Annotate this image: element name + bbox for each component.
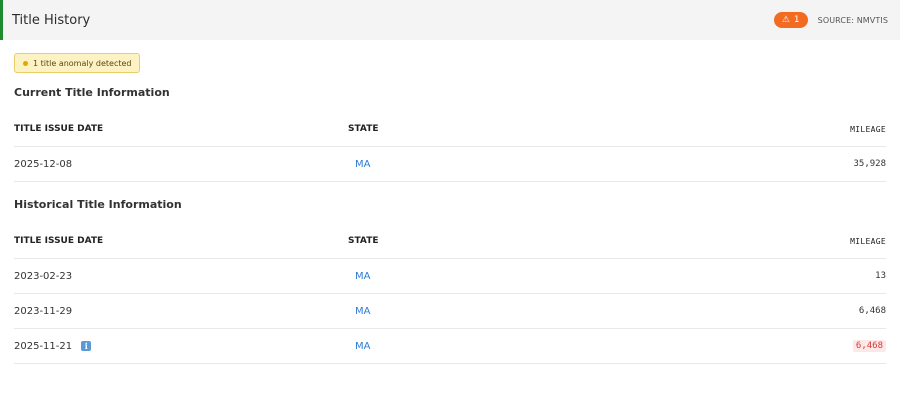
info-icon[interactable]: i xyxy=(81,340,92,351)
current-title-table: TITLE ISSUE DATE STATE MILEAGE 2025-12-0… xyxy=(14,112,886,182)
table-row: 2023-02-23 MA 13 xyxy=(14,259,886,294)
column-header-mileage: MILEAGE xyxy=(850,124,886,134)
anomaly-badge: 1 title anomaly detected xyxy=(14,53,141,73)
title-issue-date: 2025-12-08 xyxy=(14,158,73,170)
warning-icon: ⚠ xyxy=(781,14,790,25)
state-link[interactable]: MA xyxy=(348,306,370,317)
title-issue-date: 2023-02-23 xyxy=(14,270,73,282)
mileage-cell: 6,468 xyxy=(852,340,886,352)
mileage-value: 35,928 xyxy=(853,159,886,169)
column-header-state: STATE xyxy=(348,124,379,134)
table-row: 2025-11-21 i MA 6,468 xyxy=(14,329,886,364)
historical-title-heading: Historical Title Information xyxy=(14,198,182,211)
column-header-date: TITLE ISSUE DATE xyxy=(14,236,104,246)
alert-badge[interactable]: ⚠ 1 xyxy=(773,12,808,28)
page-title: Title History xyxy=(12,12,91,28)
header-meta: ⚠ 1 SOURCE: NMVTIS xyxy=(773,12,888,28)
section-header: Title History ⚠ 1 SOURCE: NMVTIS xyxy=(0,0,900,40)
mileage-value: 13 xyxy=(875,271,886,281)
title-issue-date: 2025-11-21 xyxy=(14,340,73,352)
anomaly-text: 1 title anomaly detected xyxy=(33,58,132,68)
state-link[interactable]: MA xyxy=(348,159,370,170)
source-label: SOURCE: NMVTIS xyxy=(817,15,888,25)
flagged-mileage-value: 6,468 xyxy=(852,340,886,352)
current-title-heading: Current Title Information xyxy=(14,86,170,99)
table-header-row: TITLE ISSUE DATE STATE MILEAGE xyxy=(14,224,886,259)
historical-title-table: TITLE ISSUE DATE STATE MILEAGE 2023-02-2… xyxy=(14,224,886,364)
column-header-date: TITLE ISSUE DATE xyxy=(14,124,104,134)
column-header-mileage: MILEAGE xyxy=(850,236,886,246)
table-row: 2025-12-08 MA 35,928 xyxy=(14,147,886,182)
state-link[interactable]: MA xyxy=(348,271,370,282)
column-header-state: STATE xyxy=(348,236,379,246)
table-row: 2023-11-29 MA 6,468 xyxy=(14,294,886,329)
table-header-row: TITLE ISSUE DATE STATE MILEAGE xyxy=(14,112,886,147)
alert-count: 1 xyxy=(793,15,800,25)
anomaly-dot-icon xyxy=(23,60,28,66)
title-issue-date: 2023-11-29 xyxy=(14,305,73,317)
title-issue-date-cell: 2025-11-21 i xyxy=(14,340,92,352)
state-link[interactable]: MA xyxy=(348,341,370,352)
mileage-value: 6,468 xyxy=(858,306,886,316)
